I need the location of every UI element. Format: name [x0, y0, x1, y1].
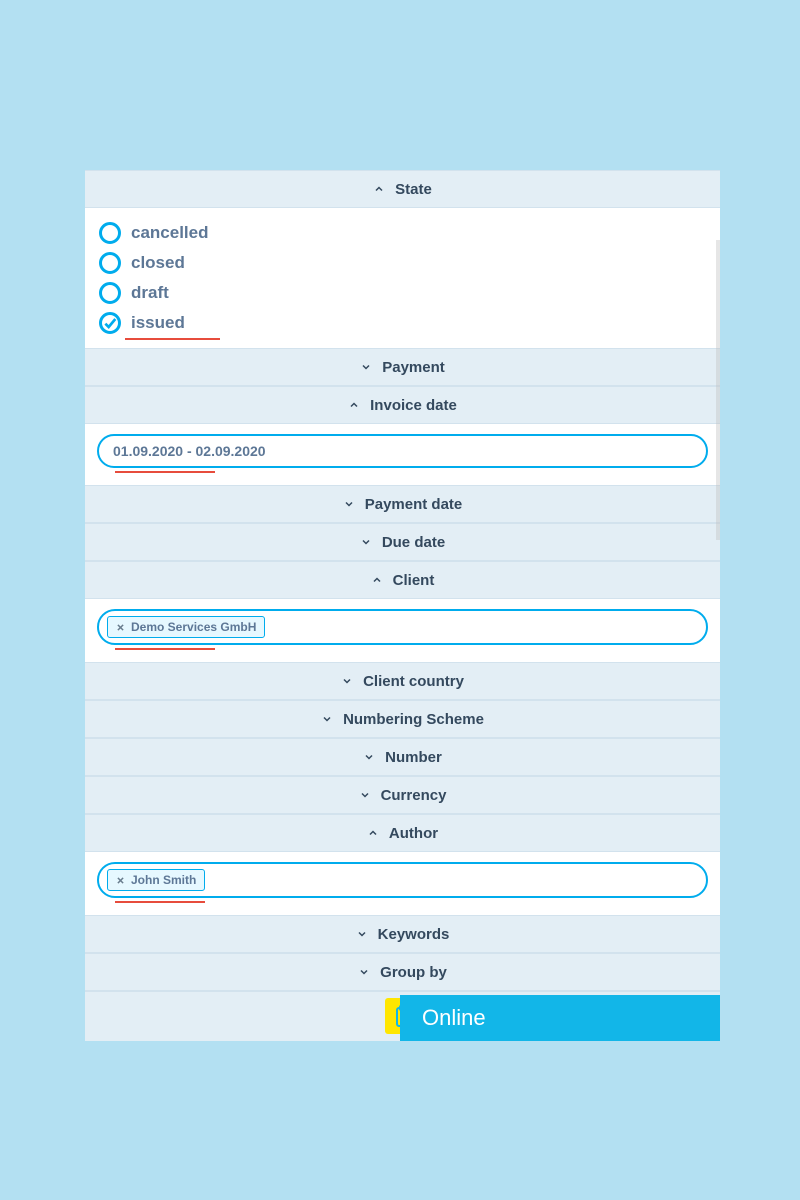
section-label: Payment date	[365, 496, 463, 513]
chevron-down-icon	[341, 675, 353, 687]
tag-label: Demo Services GmbH	[131, 620, 256, 634]
chevron-up-icon	[367, 827, 379, 839]
section-label: Author	[389, 825, 438, 842]
client-body: Demo Services GmbH	[85, 599, 720, 662]
section-label: State	[395, 181, 432, 198]
client-input[interactable]: Demo Services GmbH	[97, 609, 708, 645]
author-tag: John Smith	[107, 869, 205, 891]
section-header-state[interactable]: State	[85, 170, 720, 208]
chevron-up-icon	[348, 399, 360, 411]
section-label: Invoice date	[370, 397, 457, 414]
chevron-down-icon	[360, 536, 372, 548]
radio-icon	[99, 282, 121, 304]
section-label: Number	[385, 749, 442, 766]
state-options: cancelled closed draft issued	[85, 208, 720, 348]
section-header-author[interactable]: Author	[85, 814, 720, 852]
section-header-payment[interactable]: Payment	[85, 348, 720, 386]
chevron-up-icon	[373, 183, 385, 195]
close-icon[interactable]	[116, 623, 125, 632]
section-label: Client	[393, 572, 435, 589]
author-input[interactable]: John Smith	[97, 862, 708, 898]
online-label: Online	[422, 1005, 486, 1031]
radio-label: cancelled	[131, 223, 209, 243]
author-body: John Smith	[85, 852, 720, 915]
section-header-payment-date[interactable]: Payment date	[85, 485, 720, 523]
invoice-date-value: 01.09.2020 - 02.09.2020	[113, 443, 266, 459]
radio-label: draft	[131, 283, 169, 303]
chevron-up-icon	[371, 574, 383, 586]
section-header-number[interactable]: Number	[85, 738, 720, 776]
section-label: Due date	[382, 534, 445, 551]
section-label: Group by	[380, 964, 447, 981]
scrollbar[interactable]	[716, 240, 720, 540]
online-status-bar[interactable]: Online	[400, 995, 720, 1041]
section-label: Numbering Scheme	[343, 711, 484, 728]
highlight-underline	[115, 901, 205, 903]
filter-panel: State cancelled closed draft issue	[85, 170, 720, 1041]
chevron-down-icon	[363, 751, 375, 763]
radio-icon	[99, 252, 121, 274]
chevron-down-icon	[321, 713, 333, 725]
section-header-client-country[interactable]: Client country	[85, 662, 720, 700]
state-option-closed[interactable]: closed	[99, 248, 706, 278]
chevron-down-icon	[359, 789, 371, 801]
section-header-currency[interactable]: Currency	[85, 776, 720, 814]
state-option-draft[interactable]: draft	[99, 278, 706, 308]
radio-label: closed	[131, 253, 185, 273]
highlight-underline	[125, 338, 220, 340]
chevron-down-icon	[356, 928, 368, 940]
chevron-down-icon	[360, 361, 372, 373]
section-label: Keywords	[378, 926, 450, 943]
radio-label: issued	[131, 313, 185, 333]
tag-label: John Smith	[131, 873, 196, 887]
highlight-underline	[115, 471, 215, 473]
highlight-underline	[115, 648, 215, 650]
radio-checked-icon	[99, 312, 121, 334]
section-header-keywords[interactable]: Keywords	[85, 915, 720, 953]
section-header-invoice-date[interactable]: Invoice date	[85, 386, 720, 424]
section-header-group-by[interactable]: Group by	[85, 953, 720, 991]
invoice-date-body: 01.09.2020 - 02.09.2020	[85, 424, 720, 485]
client-tag: Demo Services GmbH	[107, 616, 265, 638]
bottom-bar: Online	[85, 991, 720, 1041]
chevron-down-icon	[343, 498, 355, 510]
invoice-date-input[interactable]: 01.09.2020 - 02.09.2020	[97, 434, 708, 468]
chevron-down-icon	[358, 966, 370, 978]
section-label: Payment	[382, 359, 445, 376]
section-header-client[interactable]: Client	[85, 561, 720, 599]
state-option-cancelled[interactable]: cancelled	[99, 218, 706, 248]
state-option-issued[interactable]: issued	[99, 308, 706, 338]
section-label: Client country	[363, 673, 464, 690]
section-header-due-date[interactable]: Due date	[85, 523, 720, 561]
section-label: Currency	[381, 787, 447, 804]
radio-icon	[99, 222, 121, 244]
section-header-numbering-scheme[interactable]: Numbering Scheme	[85, 700, 720, 738]
close-icon[interactable]	[116, 876, 125, 885]
